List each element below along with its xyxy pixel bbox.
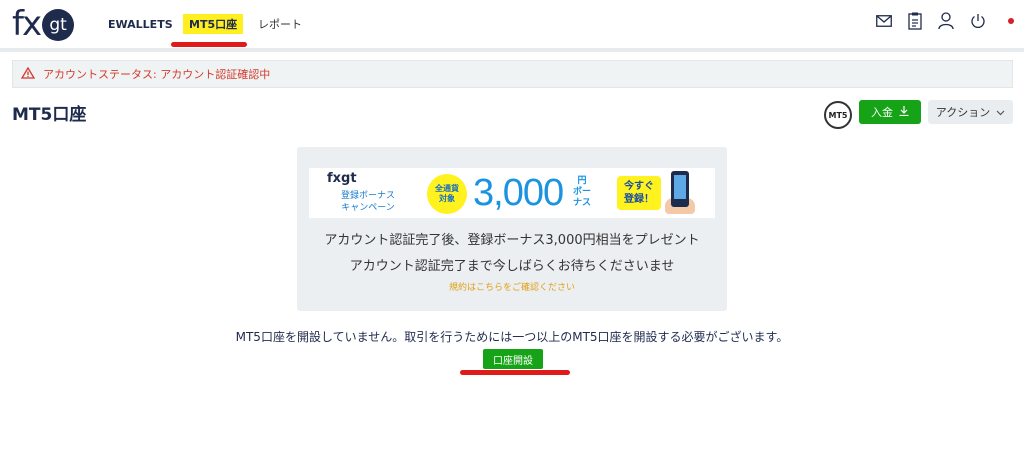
unit-line3: ナス bbox=[573, 198, 592, 208]
bonus-description: アカウント認証完了後、登録ボーナス3,000円相当をプレゼント bbox=[324, 233, 700, 248]
header-divider bbox=[0, 48, 1024, 52]
nav-mt5-accounts[interactable]: MT5口座 bbox=[183, 0, 244, 48]
annotation-underline-button bbox=[460, 370, 570, 375]
page-title: MT5口座 bbox=[12, 105, 87, 125]
download-icon bbox=[899, 105, 909, 119]
chevron-down-icon bbox=[996, 106, 1005, 119]
banner-phone-graphic bbox=[671, 171, 689, 207]
banner-campaign-line1: 登録ボーナス bbox=[341, 191, 396, 201]
banner-campaign-title: 登録ボーナス キャンペーン bbox=[341, 190, 395, 214]
action-button-label: アクション bbox=[935, 106, 991, 119]
no-accounts-message: MT5口座を開設していません。取引を行うためには一つ以上のMT5口座を開設する必… bbox=[235, 330, 789, 344]
language-flag-icon[interactable] bbox=[1008, 18, 1014, 24]
deposit-button[interactable]: 入金 bbox=[859, 100, 921, 124]
fxgt-logo[interactable]: fx gt bbox=[12, 4, 75, 44]
badge-line1: 全通貨 bbox=[435, 184, 459, 193]
verification-wait-message: アカウント認証完了まで今しばらくお待ちくださいませ bbox=[349, 259, 675, 274]
action-dropdown-button[interactable]: アクション bbox=[928, 100, 1013, 124]
banner-logo: fxgt bbox=[327, 171, 357, 186]
banner-all-currency-badge: 全通貨 対象 bbox=[427, 174, 467, 214]
terms-link[interactable]: 規約はこちらをご確認ください bbox=[297, 280, 727, 293]
banner-bonus-unit: 円 ボー ナス bbox=[573, 176, 591, 209]
nav-ewallets[interactable]: EWALLETS bbox=[108, 0, 173, 48]
power-icon[interactable] bbox=[970, 13, 986, 29]
deposit-button-label: 入金 bbox=[871, 106, 893, 119]
top-header: fx gt EWALLETS MT5口座 レポート bbox=[0, 0, 1024, 48]
open-account-button[interactable]: 口座開設 bbox=[483, 349, 543, 369]
unit-line1: 円 bbox=[577, 176, 587, 186]
cta-line1: 今すぐ bbox=[624, 181, 654, 192]
cta-line2: 登録！ bbox=[624, 194, 654, 205]
mail-icon[interactable] bbox=[876, 15, 892, 27]
clipboard-icon[interactable] bbox=[908, 12, 922, 30]
header-icons bbox=[876, 12, 1014, 30]
nav-mt5-label: MT5口座 bbox=[183, 14, 244, 34]
account-status-alert: アカウントステータス: アカウント認証確認中 bbox=[12, 60, 1013, 88]
banner-campaign-line2: キャンペーン bbox=[341, 203, 395, 213]
banner-register-now: 今すぐ 登録！ bbox=[617, 176, 661, 210]
banner-bonus-amount: 3,000 bbox=[473, 172, 564, 214]
bonus-info-card: fxgt 登録ボーナス キャンペーン 全通貨 対象 3,000 円 ボー ナス … bbox=[297, 147, 727, 311]
unit-line2: ボー bbox=[573, 187, 592, 197]
annotation-underline-nav bbox=[171, 42, 247, 47]
nav-report[interactable]: レポート bbox=[258, 0, 302, 48]
warning-icon bbox=[20, 66, 36, 82]
user-icon[interactable] bbox=[938, 12, 954, 30]
alert-text: アカウントステータス: アカウント認証確認中 bbox=[43, 68, 271, 81]
bonus-campaign-banner[interactable]: fxgt 登録ボーナス キャンペーン 全通貨 対象 3,000 円 ボー ナス … bbox=[309, 168, 715, 218]
badge-line2: 対象 bbox=[439, 194, 455, 203]
mt5-badge-icon[interactable]: MT5 bbox=[824, 101, 852, 129]
logo-fx-text: fx bbox=[12, 4, 42, 44]
logo-gt-circle: gt bbox=[42, 9, 75, 41]
